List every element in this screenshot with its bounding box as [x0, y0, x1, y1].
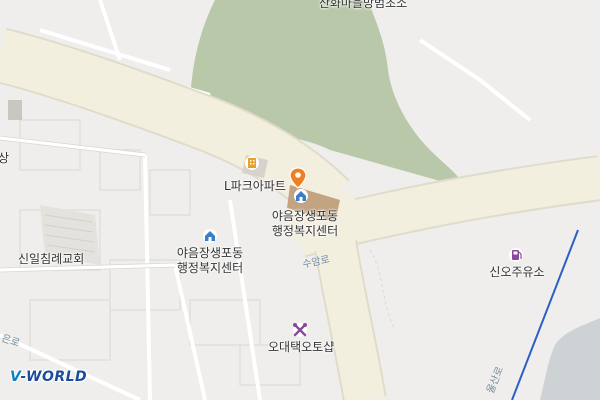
small-building: [8, 100, 22, 120]
apartment-label: L파크아파트: [224, 179, 286, 193]
welfare-center-other-line1: 야음장생포동: [176, 246, 244, 260]
auto-repair-icon[interactable]: [293, 323, 307, 337]
public-office-icon[interactable]: [203, 229, 217, 243]
edge-left-label: 상: [0, 151, 10, 165]
welfare-center-other-line2: 행정복지센터: [176, 261, 244, 275]
gas-station-label: 신오주유소: [489, 265, 545, 279]
apartment-icon[interactable]: [245, 156, 259, 170]
church-label: 신일침례교회: [18, 252, 85, 266]
top-label: 산화마을방범초소: [318, 0, 408, 10]
welfare-center-main-line2: 행정복지센터: [271, 224, 339, 238]
gas-station-icon[interactable]: [509, 248, 523, 262]
public-office-icon[interactable]: [294, 189, 308, 203]
water-area: [540, 318, 600, 400]
vworld-logo: V-WORLD: [10, 369, 88, 385]
footpath: [369, 249, 396, 331]
welfare-center-main-line1: 야음장생포동: [271, 209, 339, 223]
auto-shop-label: 오대택오토샵: [268, 340, 335, 354]
